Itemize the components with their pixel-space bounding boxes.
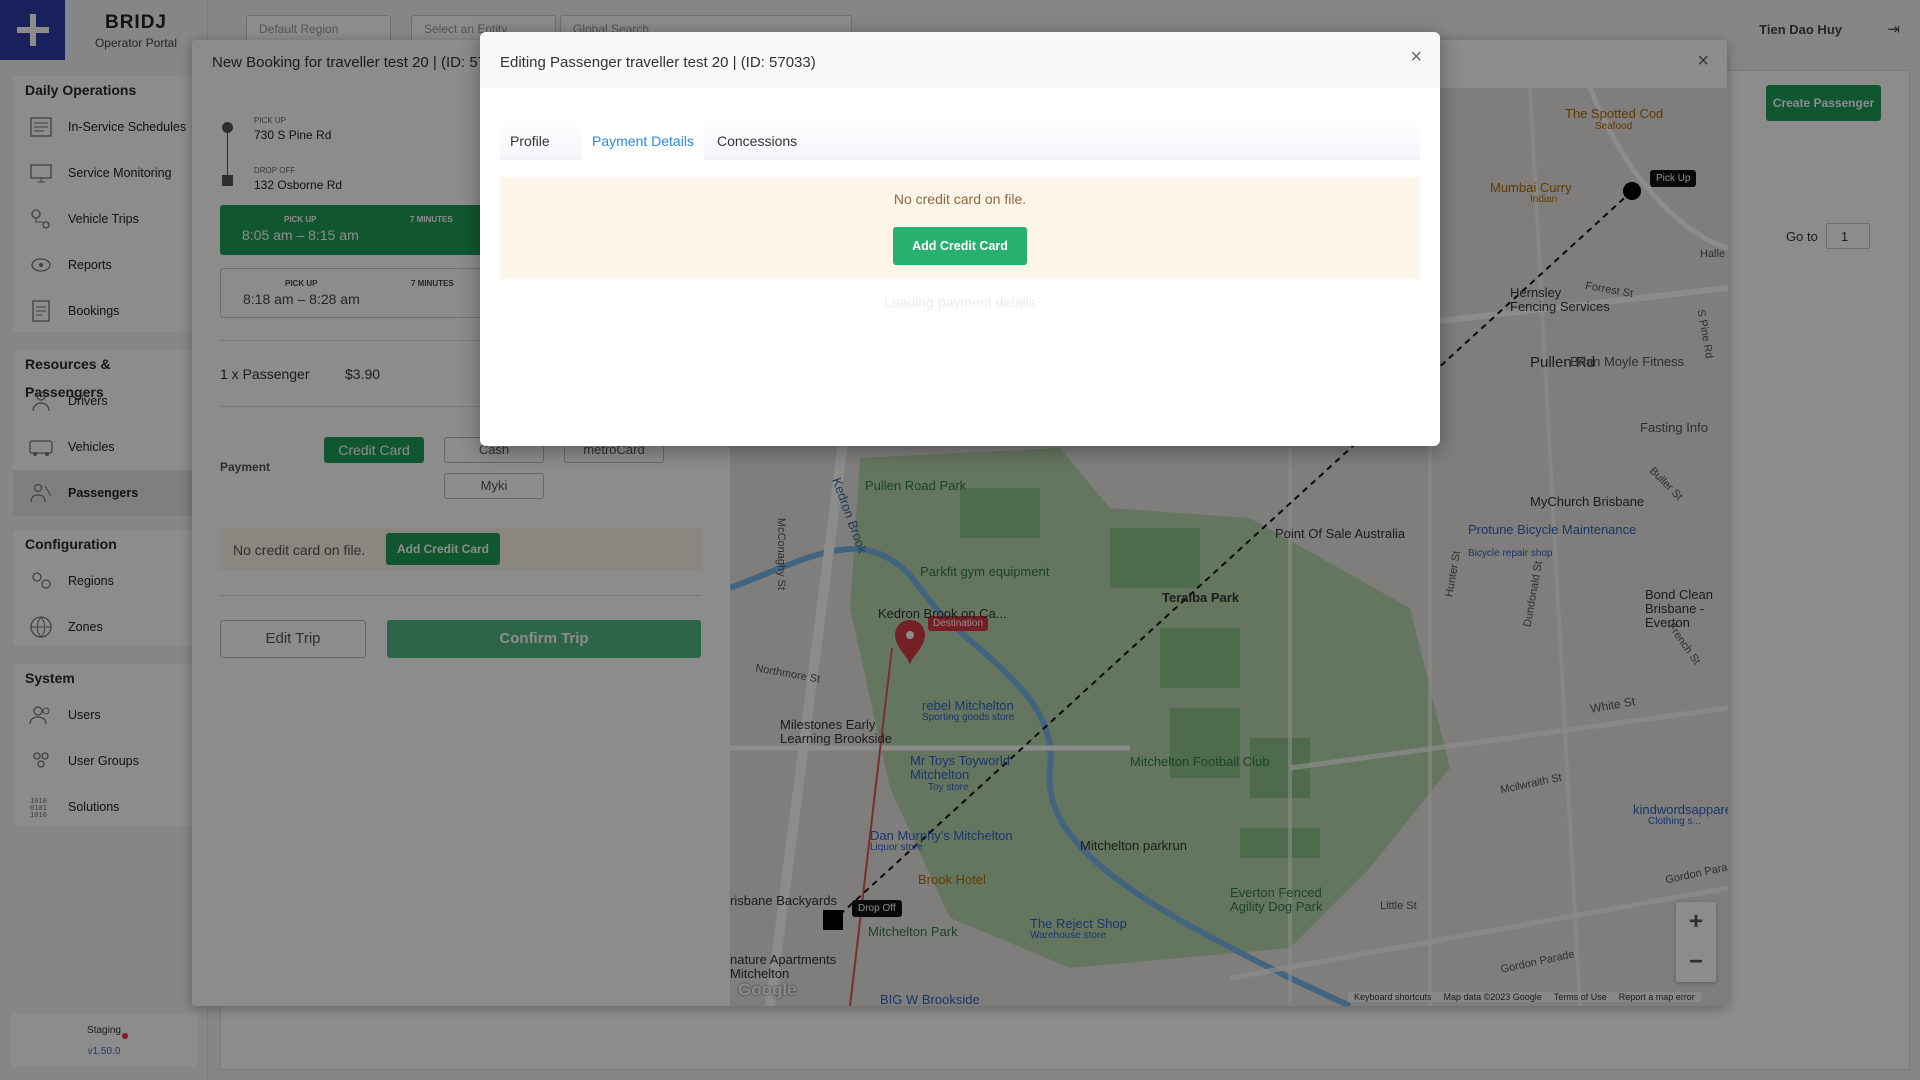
app-root: Default Region Select an Entity Global S… bbox=[0, 0, 1920, 1080]
dialog-title: Editing Passenger traveller test 20 | (I… bbox=[500, 54, 816, 71]
tab-concessions[interactable]: Concessions bbox=[707, 122, 807, 160]
dialog-tabs: Profile Payment Details Concessions bbox=[500, 122, 1420, 160]
no-card-notice: No credit card on file. Add Credit Card bbox=[500, 177, 1420, 279]
tab-profile[interactable]: Profile bbox=[500, 122, 560, 160]
add-credit-card-button[interactable]: Add Credit Card bbox=[893, 227, 1027, 265]
tab-payment-details[interactable]: Payment Details bbox=[582, 122, 704, 160]
no-card-text: No credit card on file. bbox=[893, 191, 1027, 207]
edit-passenger-dialog: Editing Passenger traveller test 20 | (I… bbox=[480, 32, 1440, 446]
loading-payment-text: Loading payment details bbox=[884, 294, 1036, 310]
close-icon[interactable]: × bbox=[1410, 46, 1422, 69]
